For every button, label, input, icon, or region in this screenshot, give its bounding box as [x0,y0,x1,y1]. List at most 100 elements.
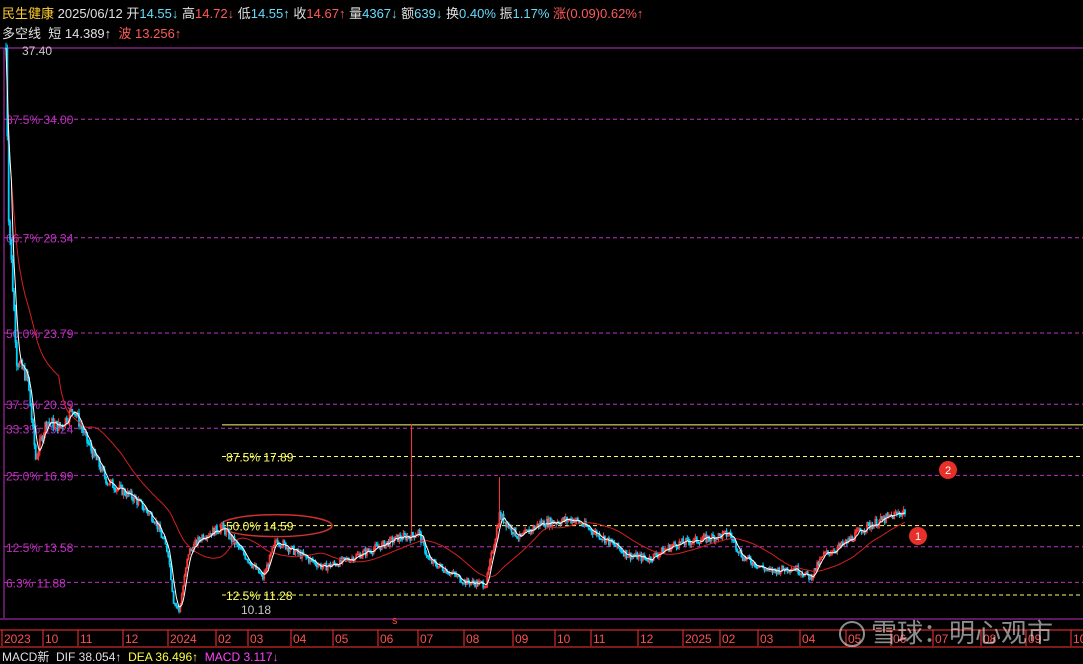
x-tick-label: 11 [593,632,606,646]
candle-body [218,532,221,534]
x-tick-label: 09 [515,632,529,646]
candle-body [412,532,414,536]
indicator-header: 多空线 短 14.389↑ 波 13.256↑ [2,26,181,42]
candle-body [24,367,26,381]
candle-body [261,573,264,580]
candle-body [695,536,698,543]
candle-body [620,548,623,553]
candle-body [499,512,502,520]
candle-body [737,551,740,554]
candle-body [533,526,536,530]
candle-body [839,543,842,547]
candle-body [267,564,270,567]
candle-body [107,483,110,486]
candle-body [45,422,48,428]
candle-body [333,561,336,564]
candle-body [599,538,602,541]
candle-body [587,526,590,530]
candle-body [163,537,166,540]
candle-body [622,552,625,557]
candle-body [732,539,735,542]
candle-body [245,558,248,561]
candle-body [582,525,585,527]
candle-body [241,549,244,551]
candle-body [87,442,90,444]
candle-body [591,531,594,535]
change-pct: 0.62%↑ [600,6,644,21]
candle-body [247,559,249,563]
candle-body [447,573,449,575]
candle-body [105,476,107,484]
candle-body [121,484,124,496]
candle-body [153,522,156,524]
candle-body [697,542,700,544]
candle-body [608,537,610,546]
candle-body [30,405,33,421]
candle-body [175,603,178,607]
x-tick-label: 04 [802,632,816,646]
candle-body [11,259,14,292]
candle-body [763,567,766,571]
candle-body [756,566,759,569]
candle-body [559,523,562,525]
candle-body [9,220,11,240]
candle-body [15,341,18,366]
turnover-label: 换 [446,6,460,21]
fib-minor-label: 87.5% 17.89 [226,451,294,465]
candle-body [900,514,902,517]
candle-body [132,497,134,502]
turnover-value: 0.40% [459,6,496,21]
candle-body [284,542,287,550]
x-tick-label: 05 [335,632,349,646]
candle-body [712,534,714,537]
candle-body [718,533,721,535]
candle-body [683,543,686,545]
candle-body [679,541,682,544]
candle-body [306,556,309,559]
x-tick-label: 08 [466,632,480,646]
x-tick-label: 11 [80,632,93,646]
candle-body [516,535,518,539]
marker-number: 1 [915,531,921,543]
candle-body [443,570,445,573]
x-tick-label: 2023 [4,632,31,646]
open-label: 开 [126,6,140,21]
candle-body [755,566,758,568]
candle-body [547,518,550,528]
candle-body [586,525,589,528]
candle-body [168,556,171,565]
candlesticks [5,42,906,614]
candle-body [418,529,421,533]
x-tick-label: 04 [293,632,307,646]
candle-body [430,559,433,564]
low-value: 14.55↑ [250,6,290,21]
macd-header: MACD新 DIF 38.054↑ DEA 36.496↑ MACD 3.117… [2,651,279,663]
candle-body [48,421,51,424]
fib-major-label: 6.3% 11.88 [6,576,66,590]
candle-body [82,428,84,433]
y-max-label: 37.40 [22,44,52,58]
chart-frame: 37.40 [0,44,1083,648]
candle-body [88,443,91,445]
candle-body [640,553,643,561]
candle-body [125,494,128,497]
candle-body [505,521,508,528]
candle-body [709,539,712,541]
candle-body [32,419,34,427]
candle-body [860,530,863,534]
kline-chart[interactable]: 37.40 87.5% 34.0066.7% 28.3450.0% 23.793… [0,0,1083,662]
watermark-text: 雪球：明心观市 [870,619,1053,649]
candle-body [766,569,769,571]
candle-body [674,542,677,545]
candle-body [436,565,439,569]
candle-body [570,518,572,524]
short-value: 14.389↑ [64,26,112,41]
amplitude-value: 1.17% [512,6,550,21]
candle-body [278,544,280,546]
candle-body [517,537,520,540]
candle-body [91,449,94,458]
fib-major-label: 12.5% 13.58 [6,541,74,555]
candle-body [736,548,739,552]
candle-body [371,552,374,555]
candle-body [307,557,310,563]
